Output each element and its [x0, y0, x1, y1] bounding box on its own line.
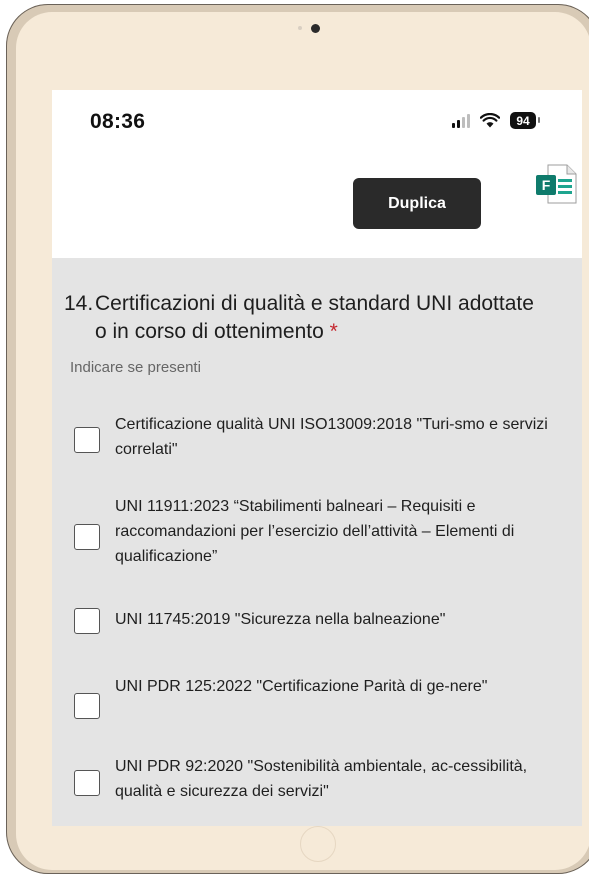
svg-text:F: F [542, 177, 551, 193]
option-label[interactable]: UNI PDR 125:2022 "Certificazione Parità … [115, 674, 555, 699]
form-content: 14. Certificazioni di qualità e standard… [52, 258, 582, 826]
microsoft-forms-icon[interactable]: F [534, 162, 578, 206]
front-sensor [298, 26, 302, 30]
home-button[interactable] [300, 826, 336, 862]
front-camera [311, 24, 320, 33]
app-header: Duplica F [52, 150, 582, 258]
battery-level: 94 [516, 113, 530, 128]
option-label[interactable]: UNI 11745:2019 "Sicurezza nella balneazi… [115, 607, 555, 632]
status-bar: 08:36 94 [52, 90, 582, 150]
option-label[interactable]: UNI 11911:2023 “Stabilimenti balneari – … [115, 494, 555, 569]
option-checkbox[interactable] [74, 427, 100, 453]
option-label[interactable]: UNI PDR 92:2020 "Sostenibilità ambiental… [115, 754, 555, 804]
question-text: Certificazioni di qualità e standard UNI… [95, 292, 534, 343]
battery-icon: 94 [510, 112, 540, 129]
screen: 08:36 94 Duplica F 14. Certificazioni di… [52, 90, 582, 826]
duplicate-button[interactable]: Duplica [353, 178, 481, 229]
option-checkbox[interactable] [74, 524, 100, 550]
option-checkbox[interactable] [74, 693, 100, 719]
status-time: 08:36 [90, 110, 146, 133]
question-title: 14. Certificazioni di qualità e standard… [64, 290, 534, 346]
required-asterisk: * [329, 320, 338, 343]
wifi-icon [480, 113, 500, 128]
question-hint: Indicare se presenti [70, 359, 201, 376]
option-label[interactable]: Certificazione qualità UNI ISO13009:2018… [115, 412, 555, 462]
option-checkbox[interactable] [74, 770, 100, 796]
cellular-signal-icon [452, 113, 470, 128]
status-icons: 94 [452, 112, 540, 129]
question-number: 14. [64, 292, 94, 315]
option-checkbox[interactable] [74, 608, 100, 634]
